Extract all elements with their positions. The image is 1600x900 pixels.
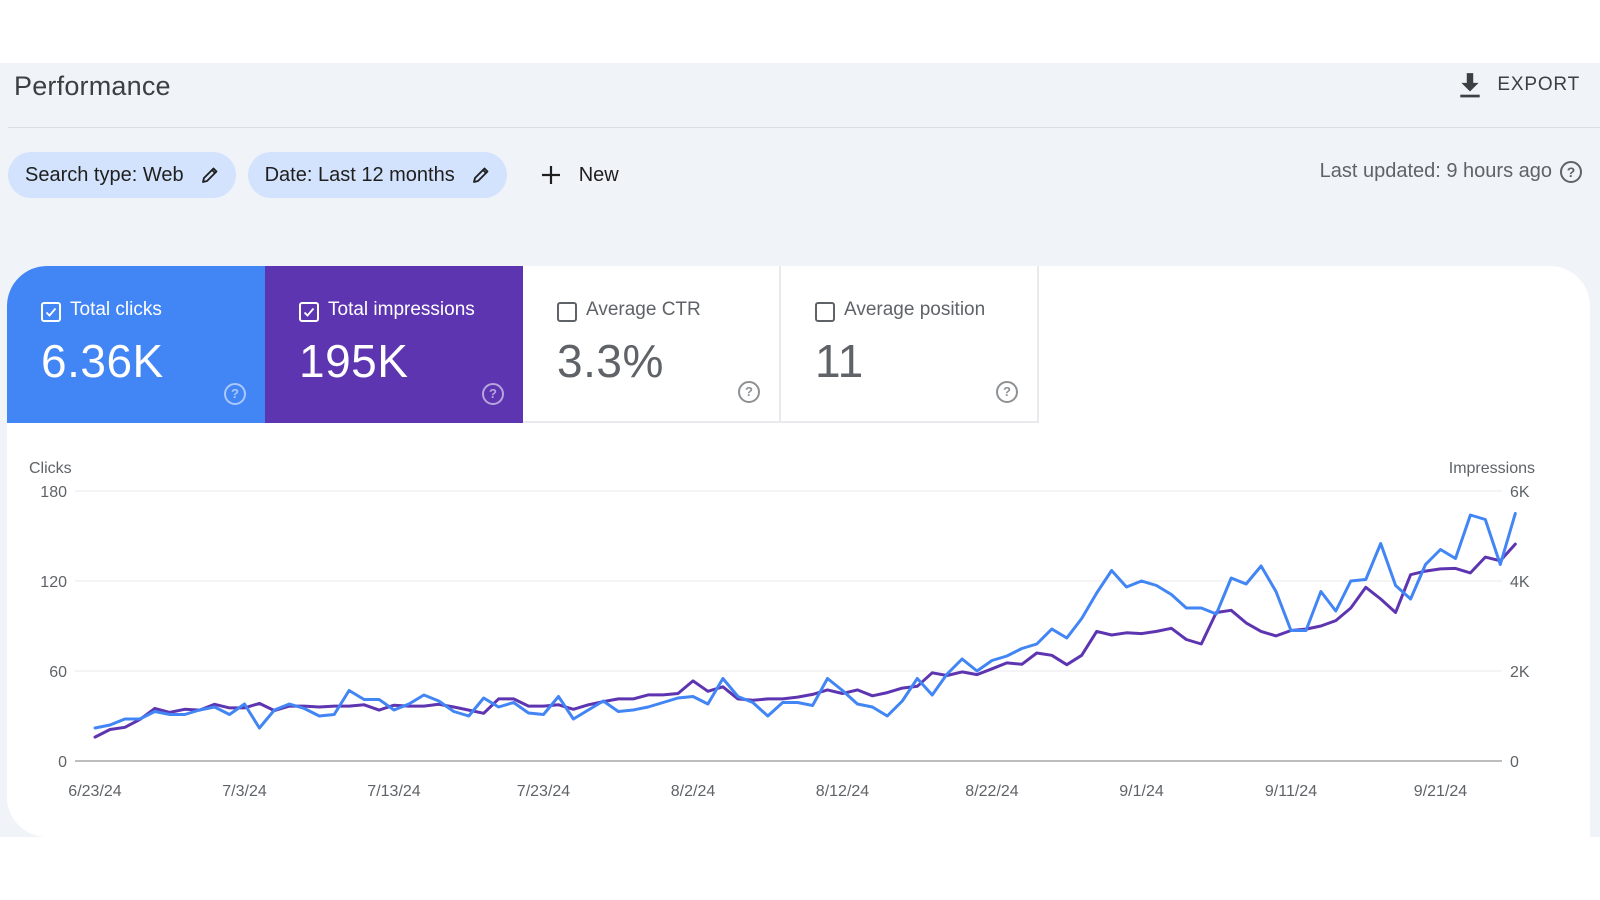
filter-chip-date[interactable]: Date: Last 12 months — [247, 152, 507, 198]
metric-cards: Total clicks 6.36K ? Total impressions 1… — [7, 266, 1039, 423]
new-filter-button[interactable]: New — [519, 152, 635, 198]
help-icon[interactable]: ? — [996, 381, 1018, 403]
metric-label: Average position — [844, 299, 986, 320]
plus-icon — [541, 166, 560, 184]
y-axis-title-left: Clicks — [29, 460, 72, 477]
series-line-impressions — [93, 542, 1517, 739]
export-label: EXPORT — [1497, 74, 1580, 95]
export-button[interactable]: EXPORT — [1457, 67, 1580, 103]
x-tick-label: 8/22/24 — [965, 783, 1018, 800]
checkbox-unchecked-icon[interactable] — [557, 302, 577, 322]
x-tick-label: 7/13/24 — [367, 783, 420, 800]
y-tick-label-left: 120 — [40, 574, 67, 591]
metric-value: 195K — [299, 335, 409, 387]
page-title: Performance — [14, 71, 171, 101]
metric-average-position[interactable]: Average position 11 ? — [781, 266, 1039, 423]
series-line-clicks — [93, 512, 1517, 730]
y-tick-label-right: 2K — [1510, 664, 1530, 681]
metric-average-ctr[interactable]: Average CTR 3.3% ? — [523, 266, 781, 423]
header-divider — [8, 127, 1600, 128]
help-icon[interactable]: ? — [738, 381, 760, 403]
performance-card: Clicks Impressions 0 0 60 2K 120 4K 180 6K 6/23/24… — [7, 266, 1590, 837]
metric-value: 11 — [815, 335, 864, 387]
x-tick-label: 7/3/24 — [222, 783, 267, 800]
y-tick-label-right: 4K — [1510, 574, 1530, 591]
y-tick-label-right: 0 — [1510, 754, 1519, 771]
chip-label: Date: Last 12 months — [264, 163, 455, 186]
y-tick-label-right: 6K — [1510, 484, 1530, 501]
edit-pencil-icon[interactable] — [471, 165, 491, 185]
metric-total-impressions[interactable]: Total impressions 195K ? — [265, 266, 523, 423]
help-icon[interactable]: ? — [224, 383, 246, 405]
page-header: Performance EXPORT — [0, 63, 1600, 129]
y-tick-label-left: 60 — [49, 664, 67, 681]
new-filter-label: New — [578, 163, 619, 186]
y-axis-title-right: Impressions — [1449, 460, 1535, 477]
metric-label: Total clicks — [70, 299, 162, 320]
checkbox-checked-icon[interactable] — [299, 302, 319, 322]
filter-bar: Search type: Web Date: Last 12 months Ne… — [8, 152, 635, 198]
y-tick-label-left: 0 — [58, 754, 67, 771]
download-icon — [1460, 73, 1481, 98]
x-tick-label: 9/21/24 — [1414, 783, 1467, 800]
metric-total-clicks[interactable]: Total clicks 6.36K ? — [7, 266, 265, 423]
metric-value: 3.3% — [557, 335, 664, 387]
x-tick-label: 7/23/24 — [517, 783, 570, 800]
last-updated-text: Last updated: 9 hours ago — [1319, 160, 1552, 182]
x-tick-label: 8/12/24 — [816, 783, 869, 800]
x-tick-label: 9/1/24 — [1119, 783, 1164, 800]
metric-label: Total impressions — [328, 299, 475, 320]
metric-label: Average CTR — [586, 299, 701, 320]
last-updated: Last updated: 9 hours ago ? — [1320, 160, 1582, 183]
x-tick-label: 8/2/24 — [671, 783, 716, 800]
chip-label: Search type: Web — [25, 163, 184, 186]
help-icon[interactable]: ? — [482, 383, 504, 405]
help-icon[interactable]: ? — [1560, 160, 1582, 183]
checkbox-checked-icon[interactable] — [41, 302, 61, 322]
checkbox-unchecked-icon[interactable] — [815, 302, 835, 322]
filter-chip-search-type[interactable]: Search type: Web — [8, 152, 236, 198]
metric-value: 6.36K — [41, 335, 164, 387]
edit-pencil-icon[interactable] — [200, 165, 220, 185]
y-tick-label-left: 180 — [40, 484, 67, 501]
x-tick-label: 9/11/24 — [1265, 783, 1317, 800]
x-tick-label: 6/23/24 — [68, 783, 121, 800]
